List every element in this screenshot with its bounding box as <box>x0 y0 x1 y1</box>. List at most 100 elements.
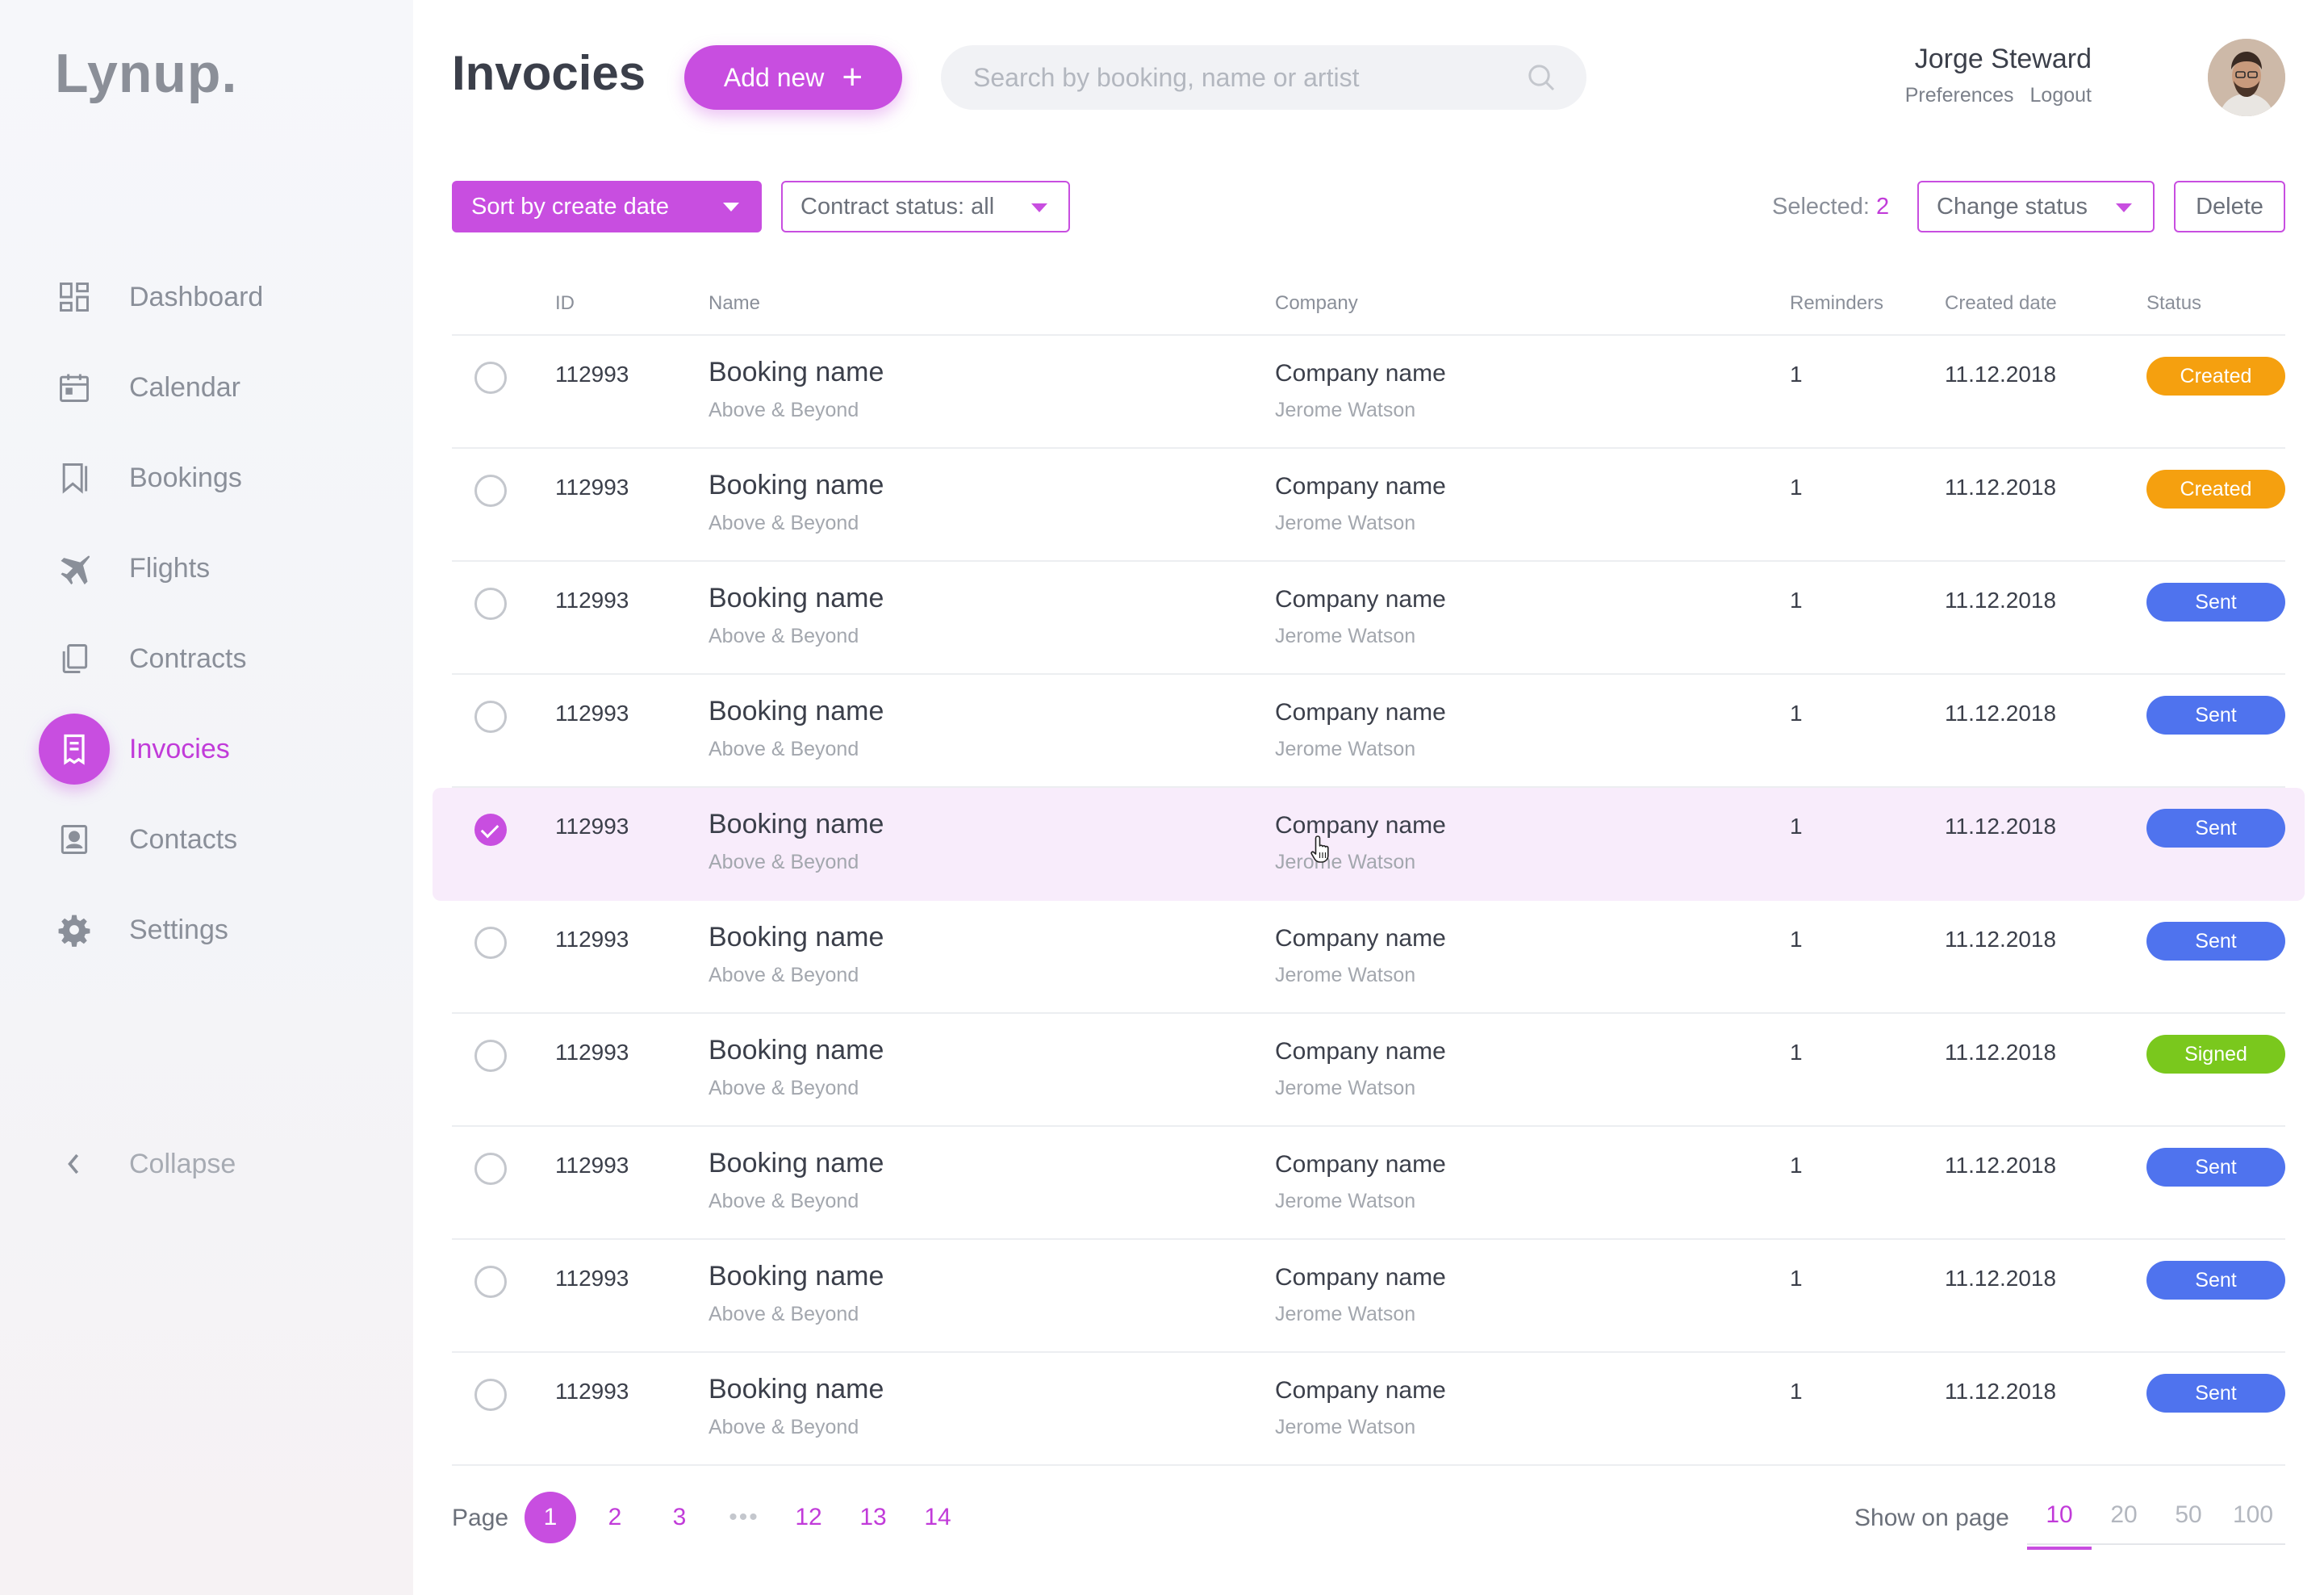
user-links: Preferences Logout <box>1905 84 2092 107</box>
cell-booking-name[interactable]: Booking name <box>708 357 884 388</box>
column-header-reminders[interactable]: Reminders <box>1790 292 1883 315</box>
show-on-page-label: Show on page <box>1854 1505 2009 1531</box>
table-row[interactable]: 112993 Booking name Above & Beyond Company … <box>433 788 2305 901</box>
column-header-name[interactable]: Name <box>708 292 760 315</box>
sidebar-item-settings[interactable]: Settings <box>0 890 413 970</box>
row-select-radio[interactable] <box>474 1040 507 1072</box>
per-page-option[interactable]: 10 <box>2027 1501 2092 1550</box>
column-header-created-date[interactable]: Created date <box>1945 292 2057 315</box>
delete-button[interactable]: Delete <box>2174 181 2285 232</box>
table-row[interactable]: 112993 Booking name Above & Beyond Company … <box>452 336 2285 449</box>
logout-link[interactable]: Logout <box>2030 84 2092 107</box>
sidebar-item-label: Invocies <box>129 733 230 764</box>
cell-id: 112993 <box>555 1266 629 1291</box>
sidebar-item-invoices[interactable]: Invocies <box>0 709 413 789</box>
row-select-radio[interactable] <box>474 1379 507 1411</box>
status-badge: Created <box>2146 470 2285 509</box>
row-select-radio[interactable] <box>474 927 507 959</box>
sort-label: Sort by create date <box>471 193 670 220</box>
cell-booking-name[interactable]: Booking name <box>708 809 884 840</box>
row-select-radio[interactable] <box>474 588 507 620</box>
sidebar-item-flights[interactable]: Flights <box>0 528 413 609</box>
row-select-radio[interactable] <box>474 362 507 394</box>
column-header-id[interactable]: ID <box>555 292 575 315</box>
cell-artist: Above & Beyond <box>708 738 859 760</box>
search-input[interactable]: Search by booking, name or artist <box>941 45 1586 110</box>
cell-booking-name[interactable]: Booking name <box>708 1035 884 1066</box>
per-page-option[interactable]: 50 <box>2156 1501 2221 1529</box>
sidebar-item-calendar[interactable]: Calendar <box>0 347 413 428</box>
cell-reminders: 1 <box>1790 475 1803 500</box>
page-button[interactable]: 12 <box>783 1492 834 1543</box>
cell-artist: Above & Beyond <box>708 1416 859 1438</box>
page-button[interactable]: 14 <box>912 1492 963 1543</box>
sidebar-item-label: Contacts <box>129 823 238 855</box>
cell-reminders: 1 <box>1790 1153 1803 1178</box>
cell-reminders: 1 <box>1790 701 1803 726</box>
row-cells: 112993 Booking name Above & Beyond Company … <box>452 449 2285 562</box>
cell-created-date: 11.12.2018 <box>1945 701 2057 726</box>
preferences-link[interactable]: Preferences <box>1905 84 2014 107</box>
add-new-button[interactable]: Add new + <box>684 45 902 110</box>
bookmark-icon <box>39 442 110 513</box>
cell-booking-name[interactable]: Booking name <box>708 696 884 727</box>
change-status-label: Change status <box>1937 193 2088 220</box>
cell-booking-name[interactable]: Booking name <box>708 583 884 614</box>
plus-icon: + <box>842 57 863 97</box>
cell-company: Company name <box>1275 699 1446 726</box>
caret-down-icon <box>1031 203 1047 212</box>
row-cells: 112993 Booking name Above & Beyond Company … <box>452 562 2285 675</box>
cell-company: Company name <box>1275 473 1446 500</box>
page-button[interactable]: 2 <box>589 1492 641 1543</box>
table-row[interactable]: 112993 Booking name Above & Beyond Company … <box>452 449 2285 562</box>
status-badge: Sent <box>2146 696 2285 735</box>
avatar[interactable] <box>2208 39 2285 116</box>
page-button[interactable]: 1 <box>525 1492 576 1543</box>
row-select-radio[interactable] <box>474 1153 507 1185</box>
app-logo[interactable]: Lynup. <box>55 42 237 105</box>
table-row[interactable]: 112993 Booking name Above & Beyond Company … <box>452 1353 2285 1466</box>
row-select-radio[interactable] <box>474 1266 507 1298</box>
page-button[interactable]: 3 <box>654 1492 705 1543</box>
cell-created-date: 11.12.2018 <box>1945 1379 2057 1404</box>
table-row[interactable]: 112993 Booking name Above & Beyond Company … <box>452 675 2285 788</box>
row-select-radio[interactable] <box>474 475 507 507</box>
table-row[interactable]: 112993 Booking name Above & Beyond Company … <box>452 901 2285 1014</box>
row-cells: 112993 Booking name Above & Beyond Company … <box>452 336 2285 449</box>
table-row[interactable]: 112993 Booking name Above & Beyond Company … <box>452 1240 2285 1353</box>
table-row[interactable]: 112993 Booking name Above & Beyond Company … <box>452 1014 2285 1127</box>
sidebar-item-bookings[interactable]: Bookings <box>0 437 413 518</box>
airplane-icon <box>39 533 110 604</box>
table-row[interactable]: 112993 Booking name Above & Beyond Company … <box>452 1127 2285 1240</box>
sidebar-item-contracts[interactable]: Contracts <box>0 618 413 699</box>
table-row[interactable]: 112993 Booking name Above & Beyond Company … <box>452 562 2285 675</box>
sort-dropdown[interactable]: Sort by create date <box>452 181 762 232</box>
sidebar-item-contacts[interactable]: Contacts <box>0 799 413 880</box>
row-select-radio[interactable] <box>474 701 507 733</box>
cell-booking-name[interactable]: Booking name <box>708 1374 884 1405</box>
pagination-ellipsis: ••• <box>729 1504 759 1530</box>
change-status-dropdown[interactable]: Change status <box>1917 181 2155 232</box>
row-cells: 112993 Booking name Above & Beyond Company … <box>452 901 2285 1014</box>
collapse-button[interactable]: Collapse <box>0 1124 413 1204</box>
cell-contact: Jerome Watson <box>1275 851 1416 873</box>
contract-status-filter[interactable]: Contract status: all <box>781 181 1070 232</box>
sidebar-item-label: Dashboard <box>129 281 264 312</box>
column-header-status[interactable]: Status <box>2146 292 2201 315</box>
cell-company: Company name <box>1275 1377 1446 1404</box>
page-button[interactable]: 13 <box>847 1492 899 1543</box>
cell-company: Company name <box>1275 1264 1446 1291</box>
per-page-option[interactable]: 100 <box>2221 1501 2285 1529</box>
cell-booking-name[interactable]: Booking name <box>708 1148 884 1179</box>
row-select-radio[interactable] <box>474 814 507 846</box>
cell-booking-name[interactable]: Booking name <box>708 470 884 501</box>
sidebar-item-dashboard[interactable]: Dashboard <box>0 257 413 337</box>
search-icon[interactable] <box>1525 61 1557 94</box>
cell-created-date: 11.12.2018 <box>1945 1153 2057 1178</box>
caret-down-icon <box>2116 203 2132 212</box>
cell-contact: Jerome Watson <box>1275 1416 1416 1438</box>
column-header-company[interactable]: Company <box>1275 292 1358 315</box>
cell-booking-name[interactable]: Booking name <box>708 922 884 953</box>
cell-booking-name[interactable]: Booking name <box>708 1261 884 1292</box>
per-page-option[interactable]: 20 <box>2092 1501 2156 1529</box>
